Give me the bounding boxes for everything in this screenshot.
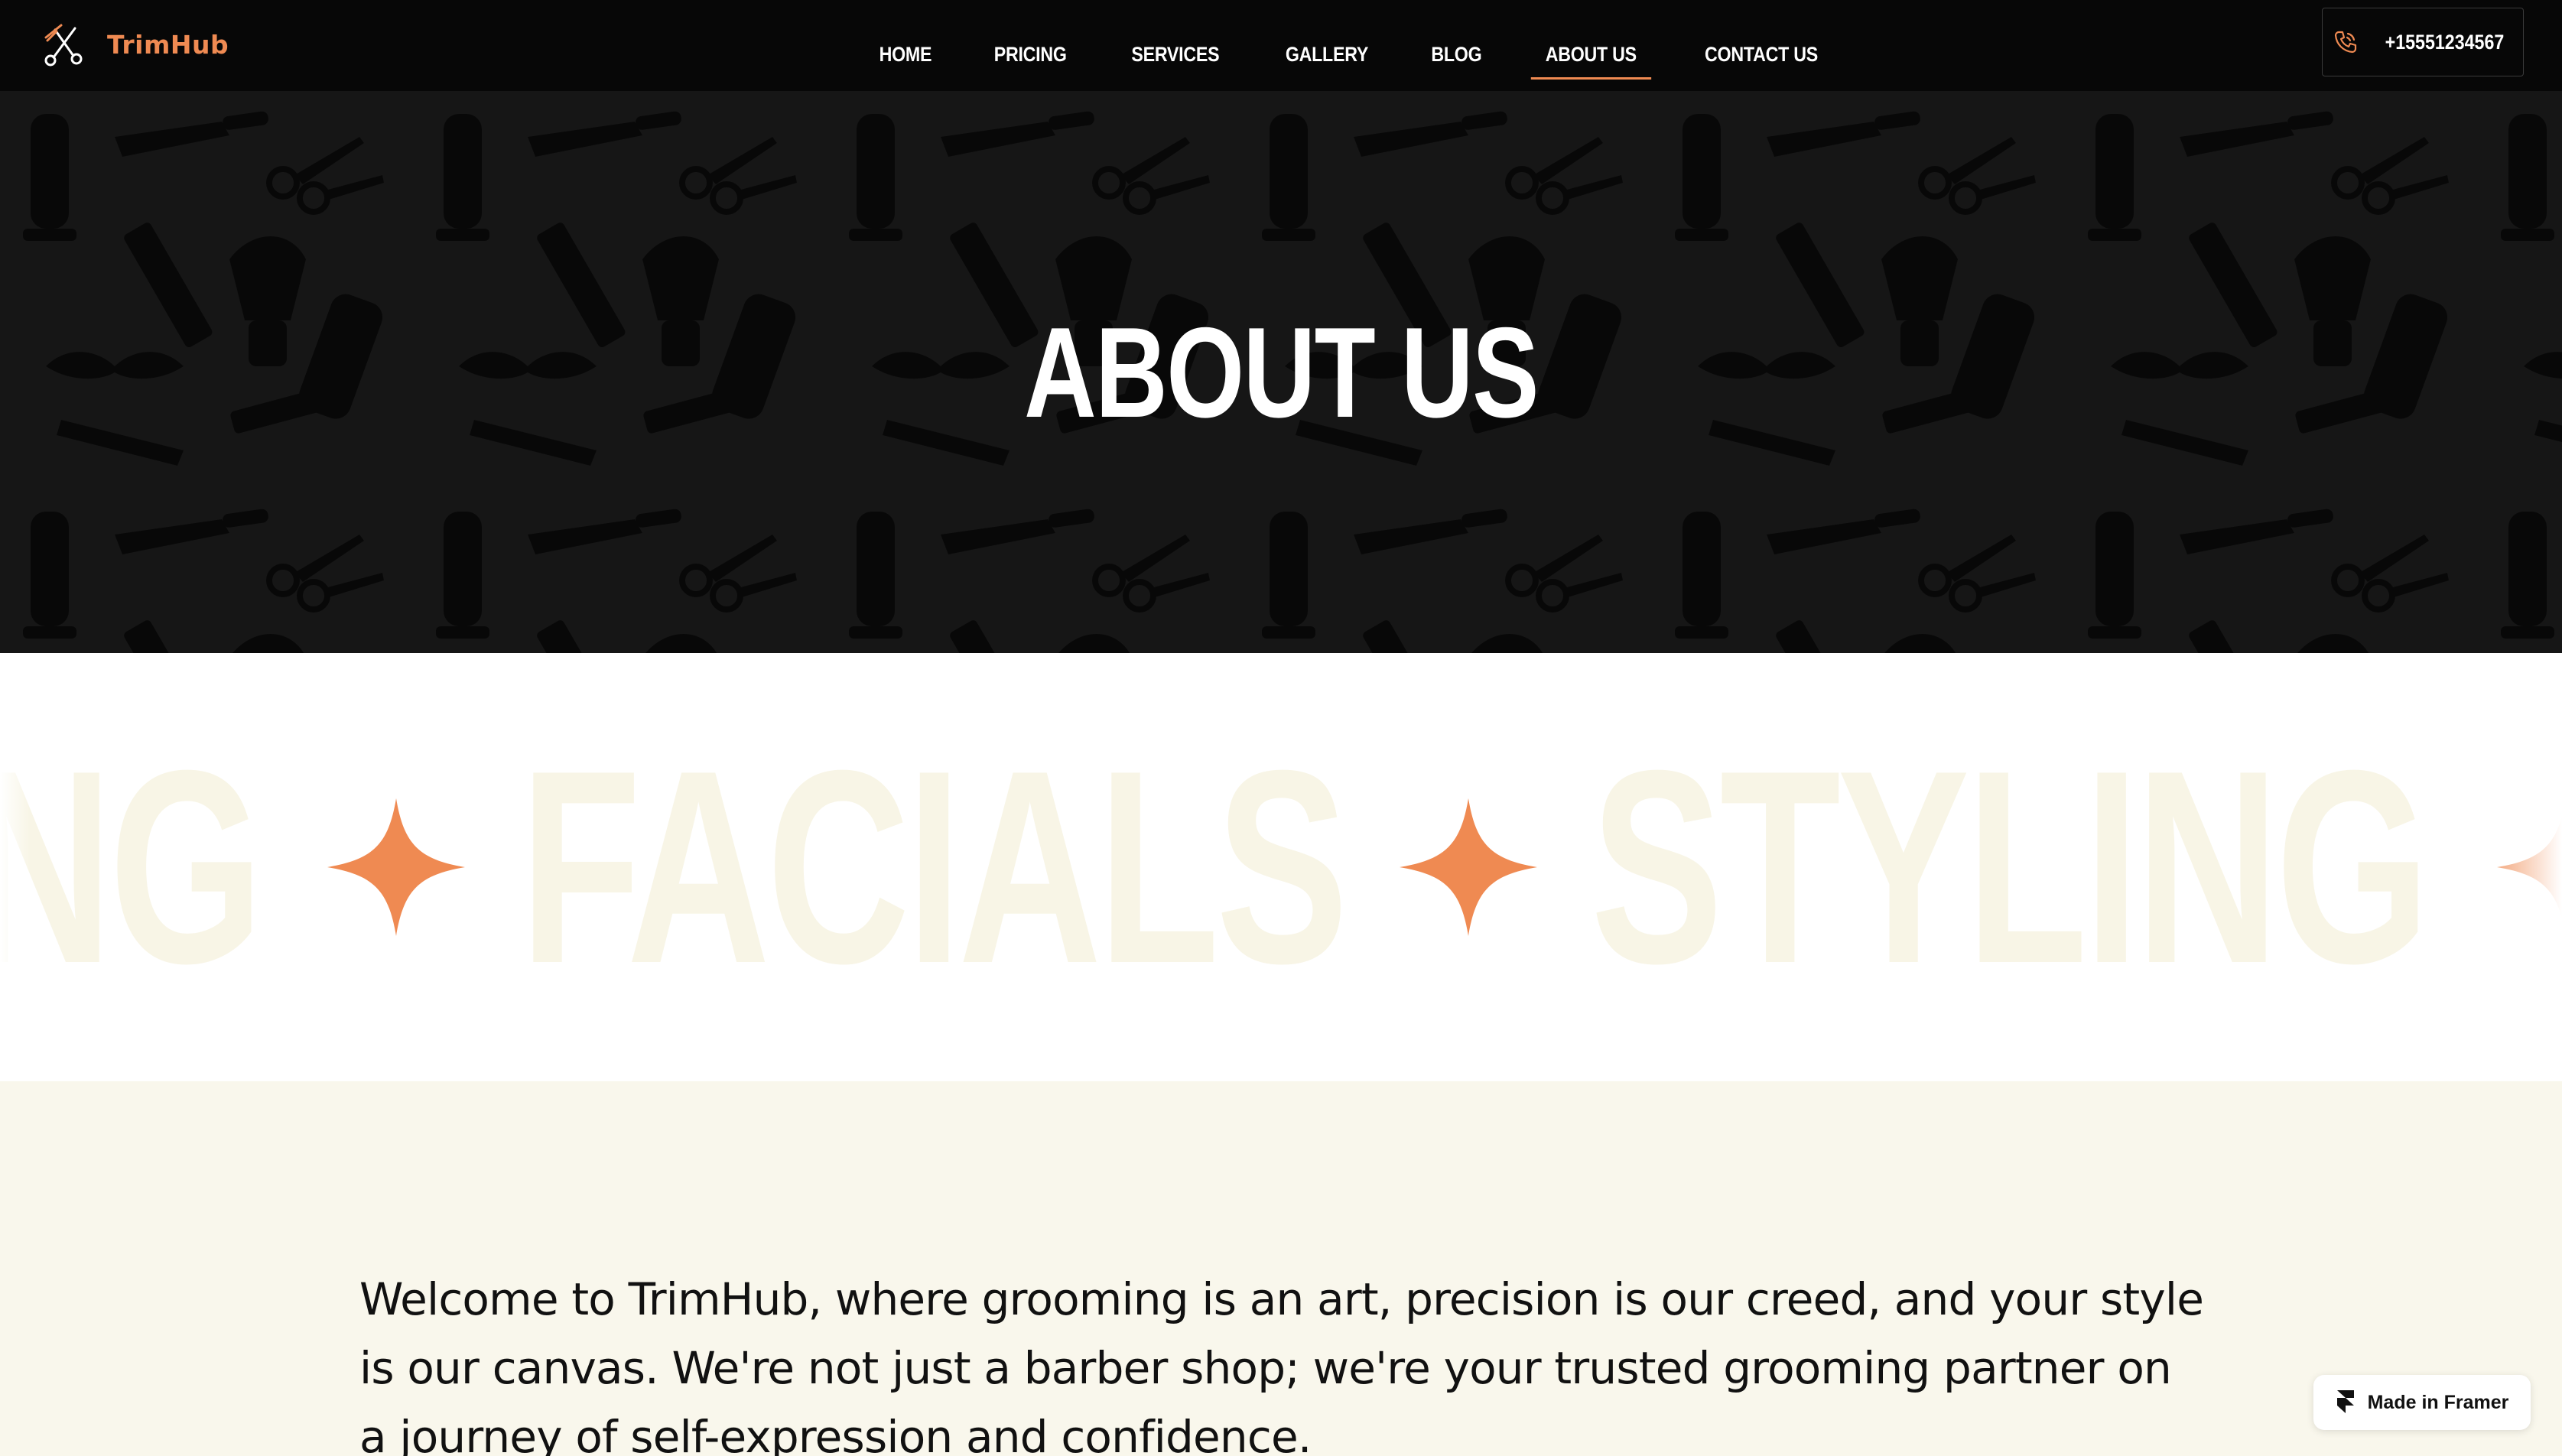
nav-contact-us[interactable]: CONTACT US — [1690, 12, 1832, 80]
nav-gallery[interactable]: GALLERY — [1271, 12, 1383, 80]
nav-pricing[interactable]: PRICING — [980, 12, 1081, 80]
scissors-comb-icon — [44, 24, 83, 67]
marquee-word: FACIALS — [520, 713, 1348, 1021]
badge-label: Made in Framer — [2367, 1391, 2509, 1413]
page-hero: ABOUT US — [0, 91, 2562, 653]
phone-button[interactable]: +15551234567 — [2322, 8, 2524, 76]
nav-about-us[interactable]: ABOUT US — [1530, 12, 1651, 80]
top-navbar: TrimHub HOME PRICING SERVICES GALLERY BL… — [0, 0, 2562, 91]
services-marquee: NG FACIALS STYLING — [0, 653, 2562, 1081]
marquee-track: NG FACIALS STYLING — [0, 713, 2562, 1021]
about-paragraph: Welcome to TrimHub, where grooming is an… — [359, 1273, 2204, 1456]
marquee-fade-right — [2470, 653, 2562, 1081]
marquee-word: NG — [0, 713, 263, 1021]
made-in-framer-badge[interactable]: Made in Framer — [2313, 1375, 2531, 1430]
four-point-star-icon — [327, 798, 465, 936]
four-point-star-icon — [1400, 798, 1537, 936]
nav-blog[interactable]: BLOG — [1416, 12, 1496, 80]
framer-icon — [2336, 1390, 2354, 1413]
nav-home[interactable]: HOME — [865, 12, 946, 80]
brand-logo[interactable]: TrimHub — [40, 18, 229, 70]
marquee-word: STYLING — [1591, 713, 2430, 1021]
phone-icon — [2334, 31, 2356, 54]
page-title: ABOUT US — [1024, 301, 1539, 444]
brand-name: TrimHub — [107, 29, 229, 60]
about-section: Welcome to TrimHub, where grooming is an… — [0, 1081, 2562, 1456]
marquee-fade-left — [0, 653, 31, 1081]
main-menu: HOME PRICING SERVICES GALLERY BLOG ABOUT… — [849, 0, 1853, 91]
phone-number: +15551234567 — [2385, 30, 2504, 54]
nav-services[interactable]: SERVICES — [1117, 12, 1234, 80]
